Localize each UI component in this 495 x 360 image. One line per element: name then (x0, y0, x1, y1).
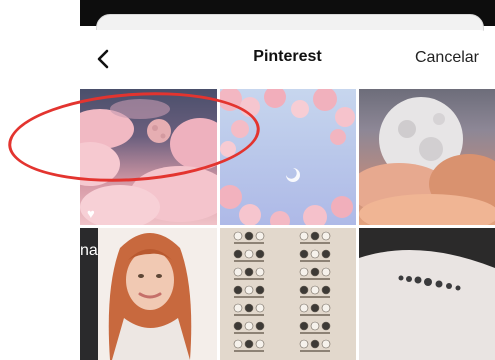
moon-phase-mark (233, 231, 243, 241)
calendar-line (300, 314, 330, 316)
calendar-line (300, 350, 330, 352)
image-tile-cherry-blossoms[interactable] (220, 89, 356, 225)
calendar-line (300, 278, 330, 280)
moon-phase-mark (255, 339, 265, 349)
moon-phase-mark (244, 321, 254, 331)
moon-phase-mark (310, 267, 320, 277)
image-tile-moon-clouds[interactable]: ♥ (80, 89, 217, 225)
sheet-header: Pinterest Cancelar (80, 30, 495, 88)
moon-phase-mark (310, 249, 320, 259)
calendar-line (234, 278, 264, 280)
moon-clouds-image (80, 99, 217, 225)
moon-phase-mark (233, 339, 243, 349)
calendar-line (234, 332, 264, 334)
image-tile-moon-calendar[interactable] (220, 228, 356, 360)
moon-phase-mark (299, 267, 309, 277)
moon-phase-mark (244, 303, 254, 313)
moon-phase-mark (244, 249, 254, 259)
moon-phase-mark (244, 231, 254, 241)
calendar-line (300, 260, 330, 262)
moon-phase-mark (233, 303, 243, 313)
moon-phase-mark (233, 285, 243, 295)
moon-phase-mark (310, 303, 320, 313)
tile-overlay-text: na (80, 242, 98, 259)
moon-phase-mark (299, 285, 309, 295)
moon-phase-mark (233, 267, 243, 277)
cancel-button[interactable]: Cancelar (415, 49, 479, 67)
tattoo-image (359, 250, 495, 360)
heart-icon[interactable]: ♥ (87, 207, 95, 220)
moon-phase-mark (255, 249, 265, 259)
moon-phase-mark (310, 231, 320, 241)
moon-phase-mark (255, 285, 265, 295)
moon-phase-mark (255, 231, 265, 241)
calendar-line (234, 260, 264, 262)
calendar-line (300, 242, 330, 244)
moon-phase-mark (321, 267, 331, 277)
calendar-line (234, 350, 264, 352)
calendar-line (234, 314, 264, 316)
moon-phase-mark (255, 267, 265, 277)
moon-phase-mark (321, 231, 331, 241)
image-grid: ♥ na (80, 89, 495, 360)
image-tile-tattoo[interactable] (359, 228, 495, 360)
moon-phase-mark (321, 321, 331, 331)
moon-calendar-image (233, 231, 331, 352)
moon-phase-mark (233, 249, 243, 259)
moon-phase-mark (233, 321, 243, 331)
image-tile-portrait[interactable]: na (80, 228, 217, 360)
moon-phase-mark (321, 249, 331, 259)
moon-phase-mark (310, 339, 320, 349)
moon-phase-mark (299, 321, 309, 331)
cherry-blossoms-image (220, 89, 355, 225)
moon-phase-mark (321, 303, 331, 313)
moon-phase-mark (299, 339, 309, 349)
moon-phase-mark (255, 321, 265, 331)
moon-phase-mark (299, 231, 309, 241)
calendar-line (300, 296, 330, 298)
moon-phase-mark (321, 339, 331, 349)
moon-phase-mark (299, 249, 309, 259)
portrait-image (80, 228, 192, 360)
moon-phase-mark (321, 285, 331, 295)
full-moon-image (359, 97, 495, 225)
image-tile-full-moon[interactable] (359, 89, 495, 225)
moon-phase-mark (244, 285, 254, 295)
calendar-line (234, 296, 264, 298)
calendar-line (300, 332, 330, 334)
moon-phase-mark (299, 303, 309, 313)
moon-phase-mark (310, 285, 320, 295)
moon-phase-mark (255, 303, 265, 313)
calendar-line (234, 242, 264, 244)
moon-phase-mark (244, 339, 254, 349)
moon-phase-mark (310, 321, 320, 331)
moon-phase-mark (244, 267, 254, 277)
pinterest-picker-sheet: Pinterest Cancelar ♥ na (80, 30, 495, 360)
